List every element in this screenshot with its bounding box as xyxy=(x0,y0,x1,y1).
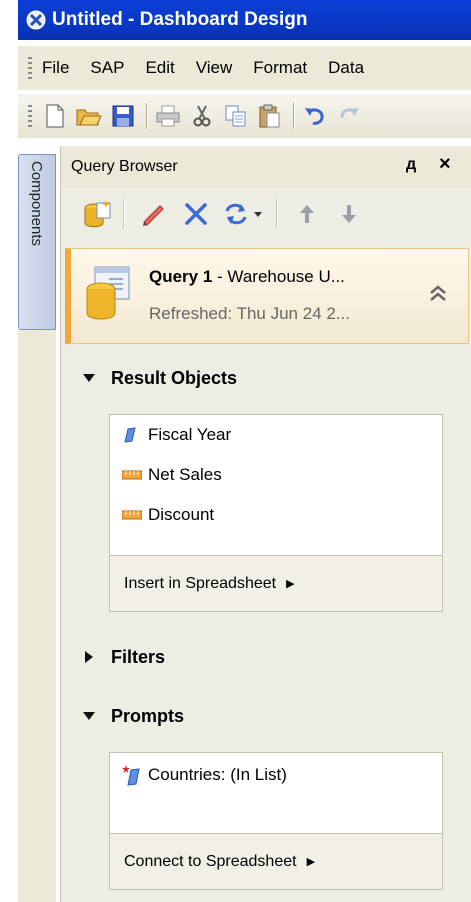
menu-edit[interactable]: Edit xyxy=(145,58,174,78)
menu-data[interactable]: Data xyxy=(328,58,364,78)
collapsed-triangle-icon xyxy=(79,651,99,663)
menu-file[interactable]: File xyxy=(42,58,69,78)
undo-icon[interactable] xyxy=(302,103,328,129)
copy-icon[interactable] xyxy=(223,103,249,129)
query-item[interactable]: Query 1 - Warehouse U... Refreshed: Thu … xyxy=(65,248,469,344)
standard-toolbar xyxy=(18,94,471,138)
edit-query-icon[interactable] xyxy=(138,198,170,230)
query-toolbar xyxy=(61,188,471,240)
arrow-right-icon: ▶ xyxy=(306,856,316,868)
prompt-label: Countries: (In List) xyxy=(148,765,287,784)
move-down-icon[interactable] xyxy=(333,198,365,230)
result-object-label: Fiscal Year xyxy=(148,425,232,444)
connect-to-spreadsheet-label: Connect to Spreadsheet xyxy=(124,852,297,870)
query-icon xyxy=(86,266,130,320)
print-icon[interactable] xyxy=(155,103,181,129)
add-query-icon[interactable] xyxy=(81,198,113,230)
refresh-query-icon[interactable] xyxy=(222,198,266,230)
query-refreshed: Refreshed: Thu Jun 24 2... xyxy=(149,304,350,323)
close-icon[interactable]: × xyxy=(439,153,451,176)
paste-icon[interactable] xyxy=(257,103,283,129)
list-item[interactable]: Fiscal Year xyxy=(122,423,231,447)
menu-format[interactable]: Format xyxy=(253,58,307,78)
toolbar-separator xyxy=(146,103,147,129)
expanded-triangle-icon xyxy=(79,712,99,720)
query-name: Query 1 xyxy=(149,267,213,286)
menu-bar: File SAP Edit View Format Data xyxy=(18,46,471,90)
connect-to-spreadsheet-button[interactable]: Connect to Spreadsheet ▶ xyxy=(110,833,442,889)
menu-sap[interactable]: SAP xyxy=(90,58,124,78)
panel-title: Query Browser xyxy=(71,158,178,175)
list-item[interactable]: Discount xyxy=(122,503,214,527)
collapse-chevron-icon[interactable] xyxy=(427,281,449,307)
toolbar-separator xyxy=(123,199,124,229)
new-document-icon[interactable] xyxy=(42,103,68,129)
expanded-triangle-icon xyxy=(79,374,99,382)
result-objects-box: Fiscal Year Net Sales Discount Insert in… xyxy=(109,414,443,612)
open-folder-icon[interactable] xyxy=(76,103,102,129)
panel-header: Query Browser д × xyxy=(61,146,471,188)
app-icon xyxy=(26,10,46,30)
result-object-label: Discount xyxy=(148,505,215,524)
menu-view[interactable]: View xyxy=(196,58,233,78)
toolbar-separator xyxy=(276,199,277,229)
insert-in-spreadsheet-label: Insert in Spreadsheet xyxy=(124,574,277,592)
filters-heading: Filters xyxy=(111,646,166,667)
query-browser-panel: Query Browser д × Query 1 - Warehouse U.… xyxy=(60,146,471,902)
components-tab-label: Components xyxy=(28,161,45,247)
measure-icon xyxy=(122,508,142,522)
redo-icon[interactable] xyxy=(336,103,362,129)
toolbar-separator xyxy=(293,103,294,129)
components-side-tab[interactable]: Components xyxy=(18,154,56,330)
menubar-grip[interactable] xyxy=(28,57,32,79)
window-titlebar[interactable]: Untitled - Dashboard Design xyxy=(18,0,471,40)
list-item[interactable]: Countries: (In List) xyxy=(122,763,287,787)
result-object-label: Net Sales xyxy=(148,465,222,484)
result-objects-heading: Result Objects xyxy=(111,367,238,388)
prompts-box: Countries: (In List) Connect to Spreadsh… xyxy=(109,752,443,890)
prompts-section-header[interactable]: Prompts xyxy=(61,696,471,736)
move-up-icon[interactable] xyxy=(291,198,323,230)
dimension-icon xyxy=(122,427,142,443)
query-name-line: Query 1 - Warehouse U... xyxy=(149,267,345,287)
filters-section-header[interactable]: Filters xyxy=(61,637,471,677)
arrow-right-icon: ▶ xyxy=(286,578,295,590)
save-icon[interactable] xyxy=(110,103,136,129)
delete-query-icon[interactable] xyxy=(180,198,212,230)
measure-icon xyxy=(122,468,142,482)
pin-icon[interactable]: д xyxy=(406,156,416,174)
list-item[interactable]: Net Sales xyxy=(122,463,222,487)
toolbar-grip[interactable] xyxy=(28,105,32,127)
query-source: - Warehouse U... xyxy=(212,267,345,286)
result-objects-section-header[interactable]: Result Objects xyxy=(61,358,471,398)
insert-in-spreadsheet-button[interactable]: Insert in Spreadsheet ▶ xyxy=(110,555,442,611)
cut-icon[interactable] xyxy=(189,103,215,129)
prompts-heading: Prompts xyxy=(111,705,185,726)
left-dock-strip xyxy=(18,330,56,902)
window-title: Untitled - Dashboard Design xyxy=(52,9,308,30)
required-prompt-icon xyxy=(122,764,142,786)
